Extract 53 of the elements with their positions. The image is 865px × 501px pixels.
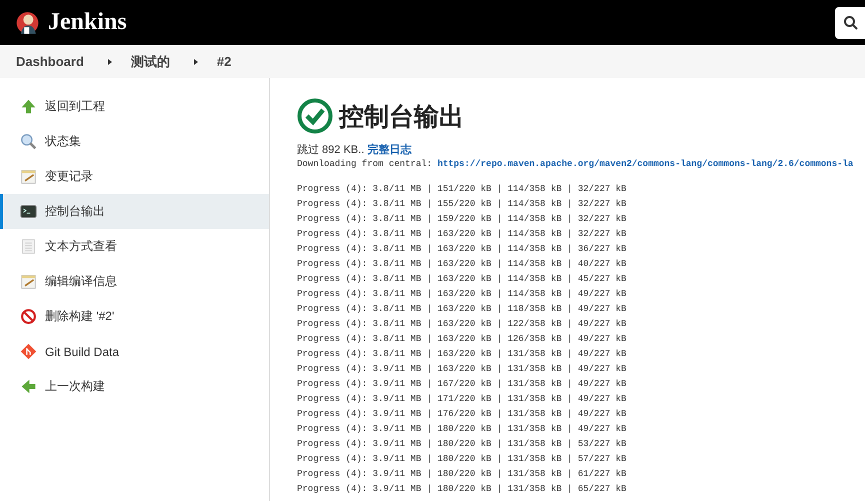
sidebar-item[interactable]: 编辑编译信息	[0, 264, 269, 299]
log-line: Progress (4): 3.8/11 MB | 163/220 kB | 131/358 kB | 49/227 kB	[297, 348, 628, 361]
sidebar-item[interactable]: 状态集	[0, 124, 269, 159]
success-check-icon	[297, 98, 333, 134]
log-line: Progress (4): 3.8/11 MB | 163/220 kB | 118/358 kB | 49/227 kB	[297, 303, 628, 316]
log-line: Progress (4): 3.8/11 MB | 163/220 kB | 126/358 kB | 49/227 kB	[297, 333, 628, 346]
page-title: 控制台输出	[339, 102, 464, 132]
log-line: Progress (4): 3.8/11 MB | 163/220 kB | 122/358 kB | 49/227 kB	[297, 318, 628, 331]
sidebar-item[interactable]: Git Build Data	[0, 334, 269, 369]
log-line: Progress (4): 3.8/11 MB | 163/220 kB | 114/358 kB | 40/227 kB	[297, 258, 628, 271]
notepad-pencil-icon	[20, 273, 37, 290]
up-arrow-icon	[20, 98, 37, 115]
log-line: Progress (4): 3.8/11 MB | 163/220 kB | 114/358 kB | 36/227 kB	[297, 243, 628, 256]
log-line: Progress (4): 3.9/11 MB | 180/220 kB | 131/358 kB | 57/227 kB	[297, 453, 628, 466]
sidebar-item[interactable]: 文本方式查看	[0, 229, 269, 264]
log-line: Progress (4): 3.9/11 MB | 171/220 kB | 131/358 kB | 49/227 kB	[297, 393, 628, 406]
log-line: Progress (4): 3.8/11 MB | 151/220 kB | 114/358 kB | 32/227 kB	[297, 183, 628, 196]
search-icon	[843, 14, 859, 30]
forbidden-icon	[20, 308, 37, 325]
log-line: Progress (4): 3.9/11 MB | 180/220 kB | 131/358 kB | 65/227 kB	[297, 483, 628, 496]
log-line: Progress (4): 3.9/11 MB | 180/220 kB | 131/358 kB | 61/227 kB	[297, 468, 628, 481]
log-line: Progress (4): 3.9/11 MB | 163/220 kB | 131/358 kB | 49/227 kB	[297, 363, 628, 376]
log-line: Progress (4): 3.8/11 MB | 163/220 kB | 114/358 kB | 32/227 kB	[297, 228, 628, 241]
log-line: Progress (4): 3.8/11 MB | 155/220 kB | 114/358 kB | 32/227 kB	[297, 198, 628, 211]
log-line: Progress (4): 3.8/11 MB | 159/220 kB | 114/358 kB | 32/227 kB	[297, 213, 628, 226]
magnifier-icon	[20, 133, 37, 150]
sidebar-item[interactable]: 删除构建 '#2'	[0, 299, 269, 334]
caret-icon	[194, 58, 198, 64]
git-icon	[20, 343, 37, 360]
breadcrumb-link[interactable]: Dashboard	[16, 54, 84, 69]
breadcrumb-link[interactable]: 测试的	[130, 52, 170, 70]
log-line: Progress (4): 3.9/11 MB | 176/220 kB | 131/358 kB | 49/227 kB	[297, 408, 628, 421]
log-line: Progress (4): 3.9/11 MB | 167/220 kB | 131/358 kB | 49/227 kB	[297, 378, 628, 391]
document-icon	[20, 238, 37, 255]
sidebar-item[interactable]: 变更记录	[0, 159, 269, 194]
log-line: Downloading from central: https://repo.maven.apache.org/maven2/commons-lang/commons-lang/2.6/commons-la	[297, 158, 854, 171]
log-line: Progress (4): 3.9/11 MB | 180/220 kB | 131/358 kB | 53/227 kB	[297, 438, 628, 451]
terminal-icon	[20, 203, 37, 220]
download-url-link[interactable]: https://repo.maven.apache.org/maven2/commons-lang/commons-lang/2.6/commons-la	[437, 159, 854, 169]
log-line: Progress (4): 3.8/11 MB | 163/220 kB | 114/358 kB | 45/227 kB	[297, 273, 628, 286]
log-line: Progress (4): 3.9/11 MB | 180/220 kB | 131/358 kB | 49/227 kB	[297, 423, 628, 436]
skipped-notice: 跳过 892 KB.. 完整日志	[297, 142, 413, 157]
left-arrow-icon	[20, 378, 37, 395]
search-button[interactable]	[835, 6, 865, 38]
caret-icon	[108, 58, 112, 64]
sidebar-item[interactable]: 控制台输出	[0, 194, 269, 229]
log-line: Progress (4): 3.8/11 MB | 163/220 kB | 114/358 kB | 49/227 kB	[297, 288, 628, 301]
full-log-link[interactable]: 完整日志	[367, 144, 412, 156]
sidebar-item[interactable]: 上一次构建	[0, 369, 269, 404]
sidebar-item[interactable]: 返回到工程	[0, 89, 269, 124]
jenkins-title[interactable]: Jenkins	[48, 9, 127, 36]
notepad-pencil-icon	[20, 168, 37, 185]
breadcrumb-link[interactable]: #2	[216, 54, 232, 69]
